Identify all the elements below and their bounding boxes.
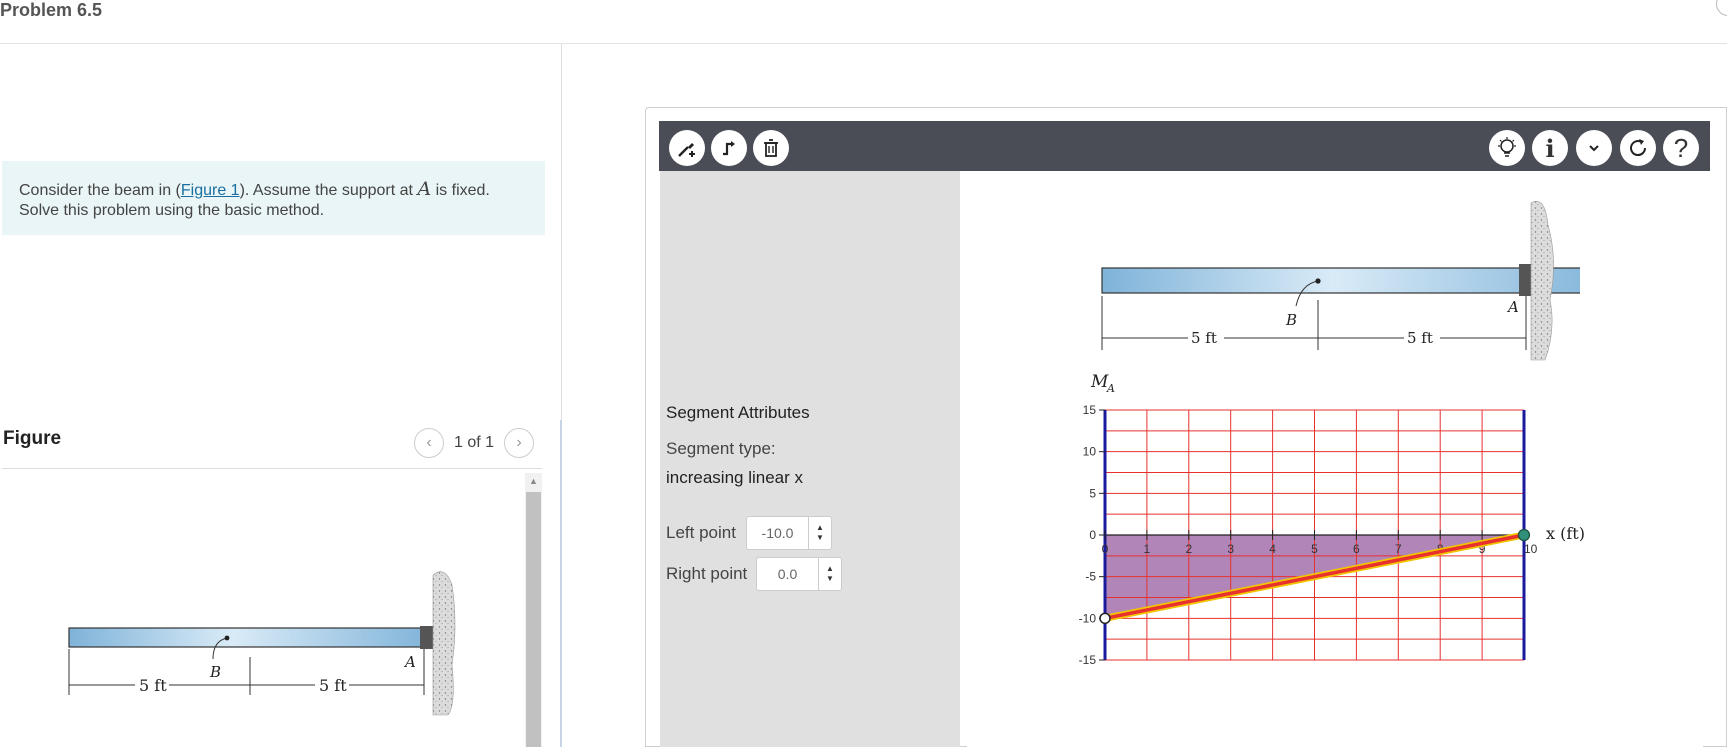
draw-segment-button[interactable] bbox=[669, 130, 705, 166]
x-tick-label: 4 bbox=[1269, 542, 1276, 556]
segment-attributes-heading: Segment Attributes bbox=[666, 403, 810, 422]
help-icon: ? bbox=[1673, 132, 1689, 163]
beam-diagram: B A 5 ft 5 ft bbox=[1101, 201, 1580, 361]
segment-type-label: Segment type: bbox=[666, 439, 776, 458]
x-tick-label: 10 bbox=[1524, 542, 1538, 556]
x-tick-label: 0 bbox=[1102, 542, 1109, 556]
step-segment-icon bbox=[723, 141, 735, 156]
y-tick-label: -10 bbox=[1079, 611, 1097, 625]
next-figure-button[interactable]: › bbox=[504, 428, 535, 458]
up-arrow-icon[interactable]: ▲ bbox=[816, 523, 824, 533]
figure-label-right-span: 5 ft bbox=[319, 676, 347, 695]
wall bbox=[1530, 201, 1554, 361]
x-tick-label: 6 bbox=[1353, 542, 1360, 556]
y-tick-label: 10 bbox=[1083, 445, 1097, 459]
delete-icon bbox=[764, 139, 778, 157]
corner-button[interactable] bbox=[1716, 0, 1727, 16]
figure-pager-text: 1 of 1 bbox=[454, 434, 495, 451]
x-tick-label: 5 bbox=[1311, 542, 1318, 556]
right-point-value[interactable]: 0.0 bbox=[756, 557, 818, 591]
segment-type-value: increasing linear x bbox=[666, 468, 804, 487]
info-button[interactable]: i bbox=[1532, 130, 1568, 166]
beam-label-right-span: 5 ft bbox=[1407, 329, 1433, 347]
figure-beam bbox=[68, 627, 434, 648]
left-point-label: Left point bbox=[666, 523, 736, 542]
reset-icon bbox=[1630, 139, 1647, 157]
chevron-left-icon: ‹ bbox=[426, 434, 432, 451]
right-point-stepper[interactable]: 0.0 ▲ ▼ bbox=[756, 557, 842, 591]
right-point-label: Right point bbox=[666, 564, 748, 583]
figure-wall-bracket bbox=[420, 626, 434, 649]
left-point-arrows[interactable]: ▲ ▼ bbox=[808, 516, 832, 550]
segment-left-point bbox=[1099, 612, 1111, 625]
figure-b-dot bbox=[224, 635, 230, 641]
chevron-right-icon: › bbox=[516, 434, 522, 451]
graphing-toolbar: i ? bbox=[659, 121, 1710, 171]
down-arrow-icon[interactable]: ▼ bbox=[816, 533, 824, 543]
problem-text-3: is fixed. bbox=[431, 182, 490, 199]
problem-text-2: ). Assume the support at bbox=[239, 182, 418, 199]
beam-label-a: A bbox=[1506, 298, 1519, 316]
info-icon: i bbox=[1545, 133, 1555, 163]
y-tick-label: 0 bbox=[1089, 528, 1096, 542]
prev-figure-button[interactable]: ‹ bbox=[414, 428, 444, 458]
x-axis-label: x (ft) bbox=[1546, 524, 1585, 543]
y-axis-label-subscript: A bbox=[1106, 382, 1115, 395]
segment-right-point bbox=[1517, 528, 1531, 542]
wall-bracket bbox=[1519, 264, 1531, 296]
y-tick-label: -15 bbox=[1079, 653, 1097, 667]
support-variable: A bbox=[417, 178, 432, 200]
figure-divider bbox=[2, 468, 542, 469]
y-tick-label: 15 bbox=[1083, 403, 1097, 417]
draw-segment-icon bbox=[678, 143, 695, 157]
y-tick-label: 5 bbox=[1089, 486, 1096, 500]
down-arrow-icon[interactable]: ▼ bbox=[826, 574, 834, 584]
up-arrow-icon[interactable]: ▲ bbox=[826, 564, 834, 574]
problem-text-1: Consider the beam in ( bbox=[19, 182, 181, 199]
figure-label-left-span: 5 ft bbox=[139, 676, 167, 695]
page-title: Problem 6.5 bbox=[0, 0, 103, 20]
help-button[interactable]: ? bbox=[1663, 130, 1699, 166]
b-dot bbox=[1315, 278, 1321, 284]
right-point-arrows[interactable]: ▲ ▼ bbox=[818, 557, 842, 591]
segment-attributes-panel: Segment Attributes Segment type: increas… bbox=[660, 171, 960, 747]
x-tick-label: 1 bbox=[1144, 542, 1151, 556]
beam bbox=[1101, 267, 1580, 294]
column-divider-accent bbox=[560, 420, 562, 747]
step-segment-button[interactable] bbox=[711, 130, 747, 166]
y-tick-label: -5 bbox=[1085, 570, 1096, 584]
left-point-stepper[interactable]: -10.0 ▲ ▼ bbox=[746, 516, 832, 550]
x-tick-label: 2 bbox=[1185, 542, 1192, 556]
figure-beam-diagram: B A 5 ft 5 ft bbox=[68, 571, 456, 716]
figure-pager: ‹ 1 of 1 › bbox=[414, 428, 535, 458]
figure-label-a: A bbox=[403, 653, 416, 671]
beam-label-left-span: 5 ft bbox=[1191, 329, 1217, 347]
hint-button[interactable] bbox=[1489, 130, 1525, 166]
x-tick-label: 3 bbox=[1227, 542, 1234, 556]
left-point-value[interactable]: -10.0 bbox=[746, 516, 808, 550]
beam-label-b: B bbox=[1285, 311, 1297, 329]
dropdown-button[interactable] bbox=[1576, 130, 1612, 166]
title-divider bbox=[0, 43, 1727, 44]
chevron-down-icon bbox=[1589, 145, 1599, 152]
figure-label-b: B bbox=[209, 663, 221, 681]
x-tick-label: 7 bbox=[1395, 542, 1402, 556]
problem-text-line2: Solve this problem using the basic metho… bbox=[19, 202, 325, 219]
problem-statement: Consider the beam in (Figure 1). Assume … bbox=[2, 161, 545, 235]
figure-link[interactable]: Figure 1 bbox=[181, 182, 240, 199]
scroll-up-arrow[interactable]: ▲ bbox=[525, 473, 542, 489]
figure-wall bbox=[432, 571, 456, 716]
lightbulb-icon bbox=[1498, 137, 1516, 157]
figure-heading: Figure bbox=[3, 428, 62, 449]
figure-scrollbar-thumb[interactable] bbox=[526, 492, 541, 747]
moment-diagram-chart[interactable]: 151050-5-10-150 1 2 3 4 5 6 7 8 9 10MAx (ft) bbox=[1060, 365, 1600, 675]
delete-button[interactable] bbox=[753, 130, 789, 166]
reset-button[interactable] bbox=[1620, 130, 1656, 166]
